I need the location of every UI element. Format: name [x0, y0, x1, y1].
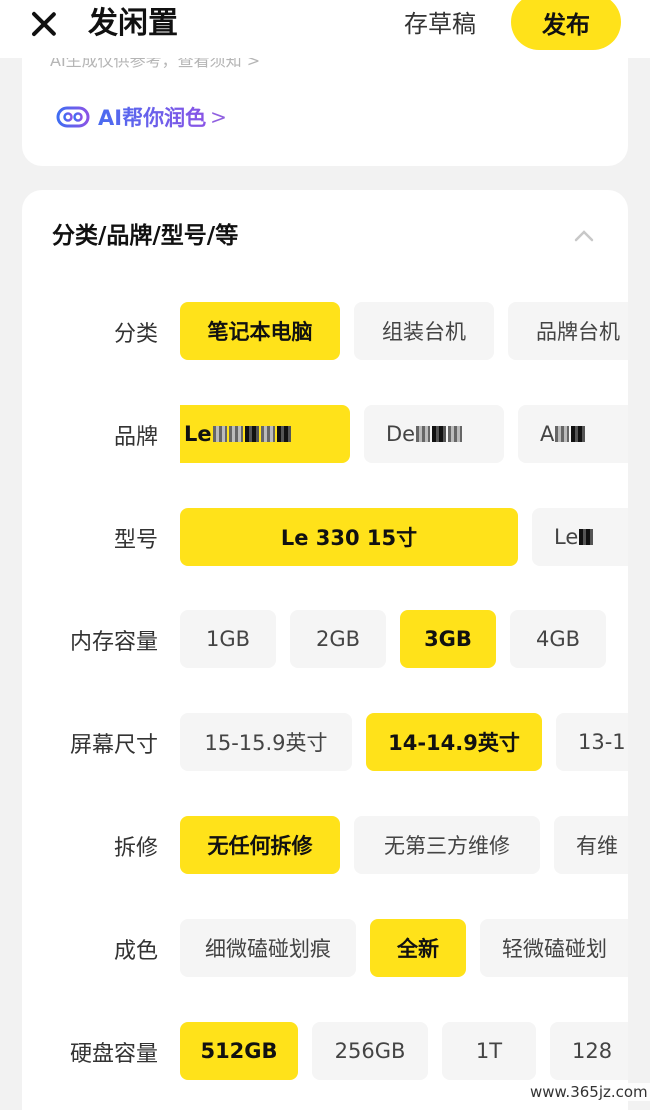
ai-polish-button[interactable]: AI帮你润色 > — [56, 103, 227, 131]
top-bar: 发闲置 存草稿 发布 — [0, 0, 650, 58]
option-chip[interactable]: 13-1 — [556, 713, 628, 771]
option-chip[interactable]: 全新 — [370, 919, 466, 977]
row-label: 内存容量 — [69, 630, 158, 655]
option-chip[interactable]: Le — [532, 508, 628, 566]
option-list: 512GB 256GB 1T 128 — [180, 1022, 628, 1082]
blur-mask — [432, 426, 447, 442]
row-label: 品牌 — [113, 425, 158, 450]
attribute-row-storage: 硬盘容量 512GB 256GB 1T 128 — [22, 1022, 628, 1082]
option-list: 笔记本电脑 组装台机 品牌台机 — [180, 302, 628, 362]
close-icon[interactable] — [26, 6, 62, 42]
option-chip-label: Le — [554, 525, 579, 549]
watermark: www.365jz.com — [526, 1083, 650, 1101]
option-list: 无任何拆修 无第三方维修 有维 — [180, 816, 628, 876]
option-chip[interactable]: 品牌台机 — [508, 302, 628, 360]
row-label: 分类 — [113, 322, 158, 347]
option-list: Le 330 15寸 Le — [180, 508, 628, 568]
blur-mask — [416, 426, 431, 442]
row-label: 硬盘容量 — [69, 1042, 158, 1067]
blur-mask — [228, 426, 243, 442]
attribute-row-repair: 拆修 无任何拆修 无第三方维修 有维 — [22, 816, 628, 876]
row-label: 型号 — [113, 528, 158, 553]
chevron-up-icon[interactable] — [574, 228, 594, 242]
row-label: 拆修 — [113, 836, 158, 861]
option-chip[interactable]: 无第三方维修 — [354, 816, 540, 874]
attributes-card: 分类/品牌/型号/等 分类 笔记本电脑 组装台机 品牌台机 品牌 Le De A… — [22, 190, 628, 1110]
option-chip[interactable]: 2GB — [290, 610, 386, 668]
option-chip[interactable]: 无任何拆修 — [180, 816, 340, 874]
blur-mask — [276, 426, 291, 442]
publish-button[interactable]: 发布 — [511, 0, 621, 50]
option-list: Le De A — [180, 405, 628, 465]
option-chip[interactable]: 组装台机 — [354, 302, 494, 360]
option-chip[interactable]: 128 — [550, 1022, 628, 1080]
attribute-row-condition: 成色 细微磕碰划痕 全新 轻微磕碰划 — [22, 919, 628, 979]
ai-polish-label: AI帮你润色 — [98, 102, 206, 132]
option-chip-label: De — [386, 422, 416, 446]
option-list: 1GB 2GB 3GB 4GB — [180, 610, 628, 670]
option-list: 细微磕碰划痕 全新 轻微磕碰划 — [180, 919, 628, 979]
attribute-row-model: 型号 Le 330 15寸 Le — [22, 508, 628, 568]
section-title: 分类/品牌/型号/等 — [52, 223, 239, 249]
blur-mask — [579, 529, 594, 545]
option-chip[interactable]: 512GB — [180, 1022, 298, 1080]
option-chip[interactable]: A — [518, 405, 628, 463]
save-draft-button[interactable]: 存草稿 — [404, 4, 476, 44]
attribute-row-brand: 品牌 Le De A — [22, 405, 628, 465]
option-chip[interactable]: 15-15.9英寸 — [180, 713, 352, 771]
option-chip[interactable]: 1GB — [180, 610, 276, 668]
page-title: 发闲置 — [88, 6, 178, 41]
blur-mask — [212, 426, 227, 442]
option-chip[interactable]: 4GB — [510, 610, 606, 668]
option-chip-label: Le 330 15寸 — [280, 526, 418, 550]
option-chip[interactable]: 有维 — [554, 816, 628, 874]
option-chip-label: A — [540, 422, 555, 446]
ai-infinity-icon — [56, 106, 90, 128]
option-chip[interactable]: 3GB — [400, 610, 496, 668]
option-chip[interactable]: Le — [180, 405, 350, 463]
attribute-row-screen-size: 屏幕尺寸 15-15.9英寸 14-14.9英寸 13-1 — [22, 713, 628, 773]
blur-mask — [260, 426, 275, 442]
blur-mask — [448, 426, 463, 442]
option-chip-label: Le — [184, 422, 212, 446]
row-label: 成色 — [113, 939, 158, 964]
option-chip[interactable]: 细微磕碰划痕 — [180, 919, 356, 977]
option-chip[interactable]: 1T — [442, 1022, 536, 1080]
option-chip[interactable]: 14-14.9英寸 — [366, 713, 542, 771]
attribute-row-memory: 内存容量 1GB 2GB 3GB 4GB — [22, 610, 628, 670]
chevron-right-icon: > — [210, 105, 227, 129]
option-chip[interactable]: 256GB — [312, 1022, 428, 1080]
attribute-row-category: 分类 笔记本电脑 组装台机 品牌台机 — [22, 302, 628, 362]
option-chip[interactable]: 轻微磕碰划 — [480, 919, 628, 977]
option-chip[interactable]: De — [364, 405, 504, 463]
blur-mask — [555, 426, 570, 442]
blur-mask — [244, 426, 259, 442]
row-label: 屏幕尺寸 — [69, 733, 158, 758]
blur-mask — [571, 426, 586, 442]
option-chip[interactable]: 笔记本电脑 — [180, 302, 340, 360]
option-chip[interactable]: Le 330 15寸 — [180, 508, 518, 566]
option-list: 15-15.9英寸 14-14.9英寸 13-1 — [180, 713, 628, 773]
